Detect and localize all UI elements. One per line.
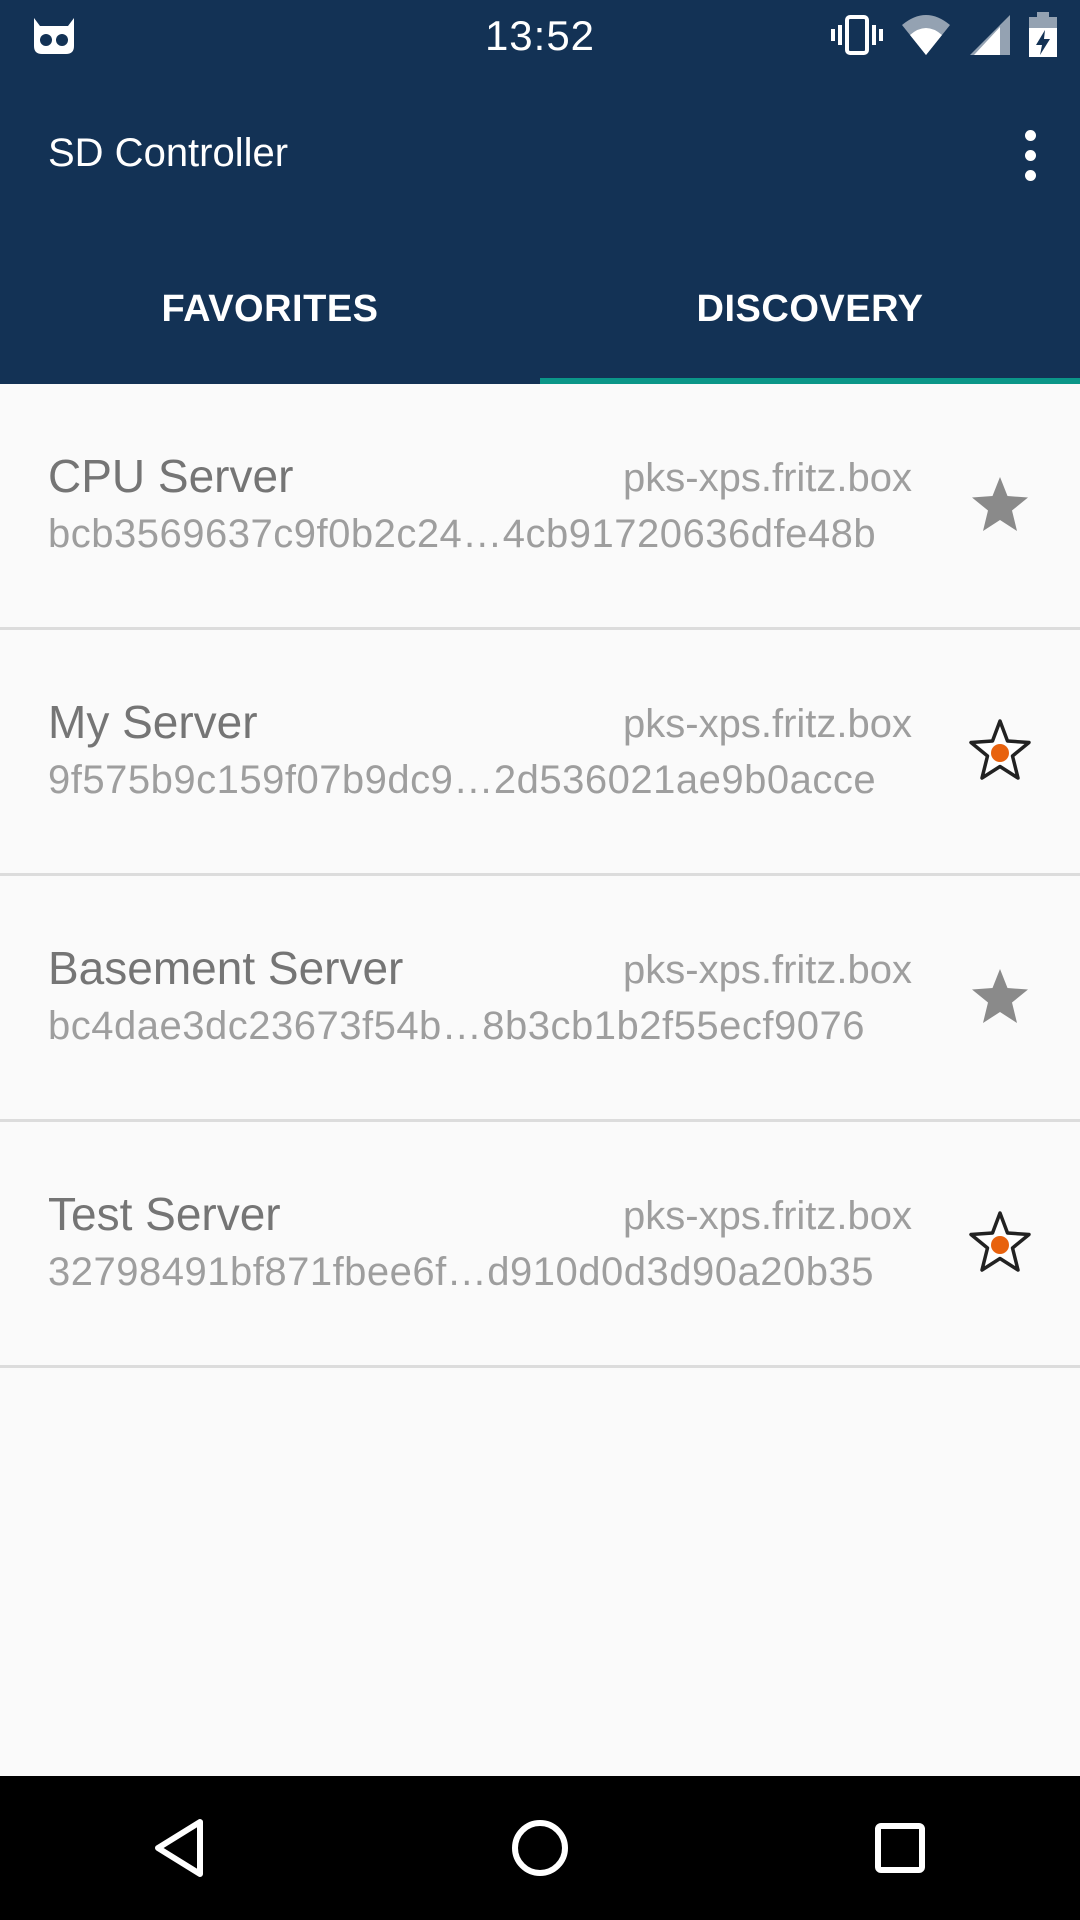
server-id: bcb3569637c9f0b2c24…4cb91720636dfe48b [48,512,877,556]
server-row-basement-server[interactable]: Basement Server pks-xps.fritz.box bc4dae… [0,876,1080,1122]
server-host: pks-xps.fritz.box [623,456,912,500]
server-id: bc4dae3dc23673f54b…8b3cb1b2f55ecf9076 [48,1004,865,1048]
server-id: 32798491bf871fbee6f…d910d0d3d90a20b35 [48,1250,874,1294]
server-row-test-server[interactable]: Test Server pks-xps.fritz.box 32798491bf… [0,1122,1080,1368]
tab-favorites[interactable]: FAVORITES [0,234,540,384]
server-list: CPU Server pks-xps.fritz.box bcb3569637c… [0,384,1080,1368]
tab-discovery-label: DISCOVERY [696,287,924,330]
app-title: SD Controller [48,131,289,175]
favorite-star-filled-icon[interactable] [964,961,1036,1033]
favorite-star-filled-icon[interactable] [964,469,1036,541]
server-host: pks-xps.fritz.box [623,702,912,746]
server-host: pks-xps.fritz.box [623,948,912,992]
server-name: Test Server [48,1188,281,1240]
wifi-icon [900,13,952,62]
server-row-cpu-server[interactable]: CPU Server pks-xps.fritz.box bcb3569637c… [0,384,1080,630]
server-name: My Server [48,696,258,748]
status-bar: 13:52 [0,0,1080,75]
server-host: pks-xps.fritz.box [623,1194,912,1238]
battery-charging-icon [1028,11,1058,63]
favorite-star-outline-icon[interactable] [964,715,1036,787]
screen: 13:52 SD Controller FAVORITES DISCOVERY … [0,0,1080,1920]
server-row-my-server[interactable]: My Server pks-xps.fritz.box 9f575b9c159f… [0,630,1080,876]
vibrate-icon [830,13,884,62]
tab-bar: FAVORITES DISCOVERY [0,234,1080,384]
back-icon[interactable] [120,1788,240,1908]
navigation-bar [0,1776,1080,1920]
tab-discovery[interactable]: DISCOVERY [540,234,1080,384]
tab-favorites-label: FAVORITES [161,287,379,330]
status-icons [830,11,1058,63]
server-name: Basement Server [48,942,404,994]
app-bar: SD Controller FAVORITES DISCOVERY [0,75,1080,384]
server-name: CPU Server [48,450,294,502]
server-id: 9f575b9c159f07b9dc9…2d536021ae9b0acce [48,758,877,802]
recents-icon[interactable] [840,1788,960,1908]
home-icon[interactable] [480,1788,600,1908]
favorite-star-outline-icon[interactable] [964,1207,1036,1279]
overflow-menu-icon[interactable] [998,115,1062,195]
cell-signal-icon [968,13,1012,62]
